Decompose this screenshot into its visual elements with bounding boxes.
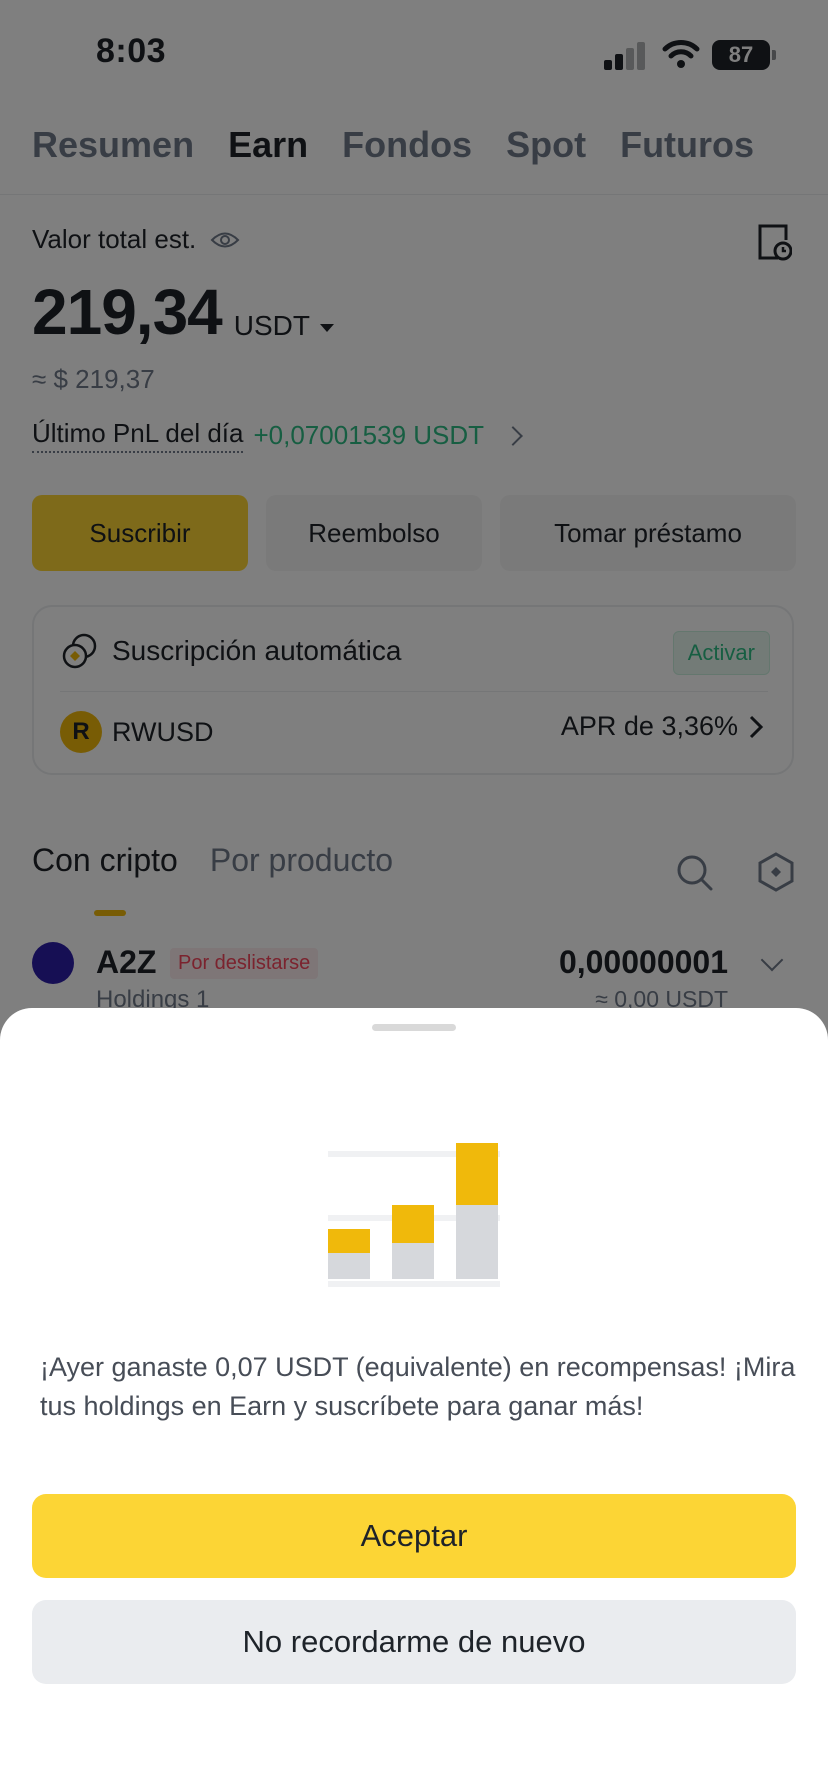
accept-button[interactable]: Aceptar <box>32 1494 796 1578</box>
bar-growth-illustration <box>328 1143 500 1287</box>
sheet-handle[interactable] <box>372 1024 456 1031</box>
rewards-message: ¡Ayer ganaste 0,07 USDT (equivalente) en… <box>40 1352 796 1421</box>
dont-remind-button[interactable]: No recordarme de nuevo <box>32 1600 796 1684</box>
rewards-bottom-sheet: ¡Ayer ganaste 0,07 USDT (equivalente) en… <box>0 1008 828 1792</box>
earn-page: 8:03 87 Resumen Earn Fondos Spot Futuros… <box>0 0 828 1792</box>
